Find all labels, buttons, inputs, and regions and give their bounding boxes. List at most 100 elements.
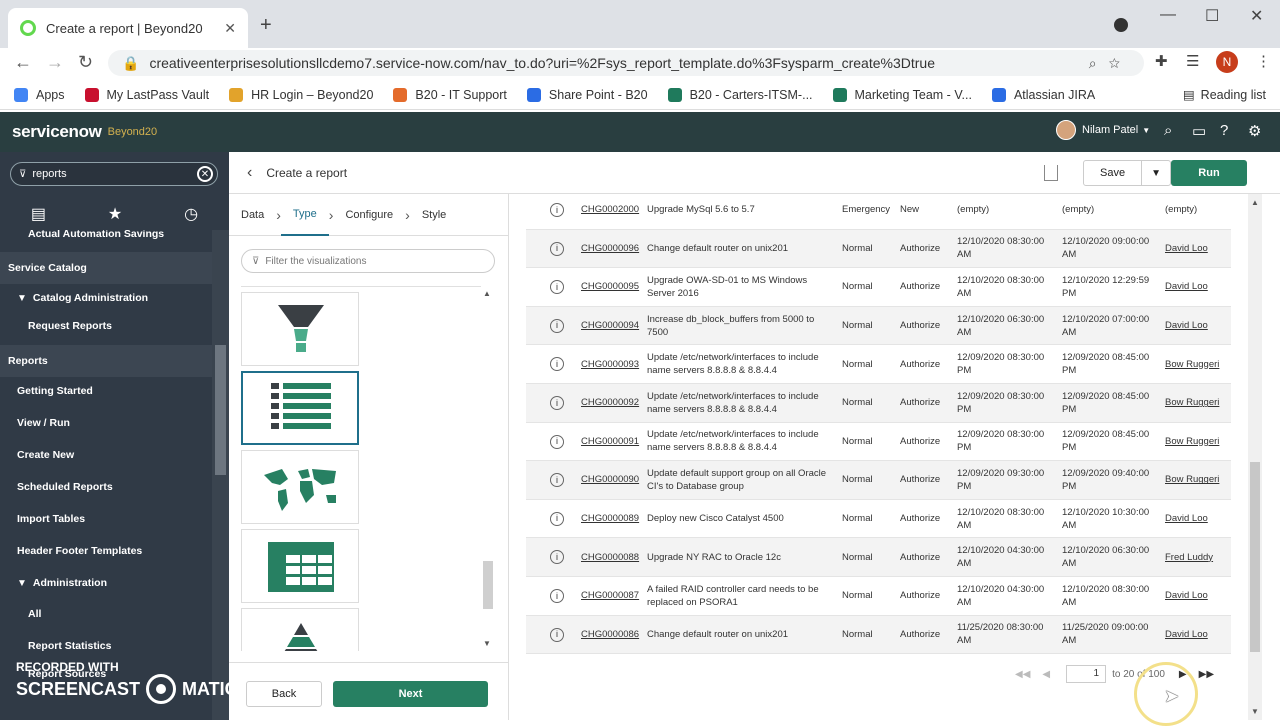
info-icon[interactable]: i [550,589,564,603]
cell-assigned[interactable]: David Loo [1165,577,1231,615]
tab-search-icon[interactable] [1114,18,1128,32]
sidebar-item[interactable]: Scheduled Reports [0,473,212,501]
cell-number[interactable]: CHG0000096 [581,230,643,268]
sidebar-item[interactable]: ▼ Catalog Administration [0,284,212,312]
share-icon[interactable] [1044,165,1058,181]
sidebar-item[interactable]: ▼ Administration [0,569,212,597]
sidebar-item[interactable]: View / Run [0,409,212,437]
close-tab-icon[interactable]: ✕ [224,20,236,37]
info-icon[interactable]: i [550,203,564,217]
menu-icon[interactable]: ⋮ [1256,52,1271,70]
cell-number[interactable]: CHG0000091 [581,423,643,461]
sidebar-item[interactable]: Request Reports [0,312,212,340]
bookmark-item[interactable]: Atlassian JIRA [991,87,1095,102]
star-icon[interactable]: ☆ [1109,55,1132,71]
maximize-icon[interactable]: ☐ [1205,6,1219,26]
cell-number[interactable]: CHG0000090 [581,461,643,499]
help-icon[interactable]: ? [1220,122,1228,139]
sidebar-scroll-thumb[interactable] [215,345,226,475]
step-tab[interactable]: Data [229,195,276,235]
cell-number[interactable]: CHG0000087 [581,577,643,615]
cell-assigned[interactable]: David Loo [1165,500,1231,538]
sidebar-item[interactable]: Getting Started [0,377,212,405]
cell-number[interactable]: CHG0000086 [581,616,643,654]
info-icon[interactable]: i [550,473,564,488]
visualization-scroll-thumb[interactable] [483,561,493,609]
step-tab[interactable]: Type [280,194,329,236]
info-icon[interactable]: i [550,241,564,256]
cell-assigned[interactable]: Bow Ruggeri [1165,345,1231,383]
close-window-icon[interactable]: ✕ [1250,6,1263,26]
scroll-down-icon[interactable]: ▼ [1251,707,1259,716]
cell-number[interactable]: CHG0000089 [581,500,643,538]
sidebar-item[interactable]: Import Tables [0,505,212,533]
content-scrollbar[interactable]: ▲ ▼ [1248,194,1262,720]
scroll-up-icon[interactable]: ▲ [481,289,493,298]
scroll-down-icon[interactable]: ▼ [483,639,491,648]
profile-avatar[interactable]: N [1216,51,1238,73]
search-icon[interactable]: ⌕ [1164,122,1172,139]
cell-assigned[interactable]: David Loo [1165,616,1231,654]
zoom-icon[interactable]: ⌕ [1089,55,1109,71]
cell-number[interactable]: CHG0000094 [581,307,643,345]
info-icon[interactable]: i [550,357,564,372]
bookmark-item[interactable]: B20 - IT Support [393,87,507,102]
info-icon[interactable]: i [550,627,564,642]
info-icon[interactable]: i [550,434,564,449]
funnel-chart-option[interactable] [241,292,359,366]
history-clock-icon[interactable]: ◷ [184,204,198,224]
info-icon[interactable]: i [550,280,564,295]
cell-number[interactable]: CHG0000088 [581,538,643,576]
back-chevron-icon[interactable]: ‹ [247,164,252,182]
first-page-icon[interactable]: ◀◀ [1015,669,1030,680]
back-arrow-icon[interactable]: ← [14,52,32,73]
bookmark-item[interactable]: HR Login – Beyond20 [229,87,373,102]
save-dropdown-icon[interactable]: ▼ [1142,168,1170,179]
cell-assigned[interactable]: Bow Ruggeri [1165,461,1231,499]
servicenow-logo[interactable]: servicenow [12,122,102,142]
bookmark-item[interactable]: Share Point - B20 [526,87,648,102]
sidebar-item[interactable]: Actual Automation Savings [0,230,212,248]
pivot-table-option[interactable] [241,529,359,603]
bookmark-item[interactable]: Marketing Team - V... [832,87,972,102]
cell-assigned[interactable]: David Loo [1165,268,1231,306]
sidebar-item[interactable]: Create New [0,441,212,469]
cell-assigned[interactable]: Bow Ruggeri [1165,384,1231,422]
scroll-up-icon[interactable]: ▲ [1251,198,1259,207]
cell-number[interactable]: CHG0000095 [581,268,643,306]
save-button[interactable]: Save [1084,161,1143,185]
sidebar-item[interactable]: All [0,600,212,628]
minimize-icon[interactable]: — [1160,6,1176,24]
user-menu[interactable]: Nilam Patel ▼ [1056,120,1150,140]
gear-icon[interactable]: ⚙ [1248,122,1261,140]
prev-page-icon[interactable]: ◀ [1042,669,1050,680]
info-icon[interactable]: i [550,511,564,526]
sidebar-scrollbar[interactable] [212,230,229,720]
bookmark-item[interactable]: Apps [14,87,65,102]
navigator-filter-input[interactable]: ⊽ reports ✕ [10,162,218,186]
cell-assigned[interactable]: Bow Ruggeri [1165,423,1231,461]
page-number-input[interactable]: 1 [1066,665,1107,683]
cell-assigned[interactable]: David Loo [1165,230,1231,268]
sidebar-item[interactable]: Reports [0,345,212,377]
step-tab[interactable]: Configure [333,195,405,235]
bookmark-item[interactable]: B20 - Carters-ITSM-... [667,87,813,102]
media-icon[interactable]: ☰ [1186,52,1199,70]
url-input[interactable]: 🔒 creativeenterprisesolutionsllcdemo7.se… [108,50,1144,76]
filter-visualizations-input[interactable]: ⊽ Filter the visualizations [241,249,495,273]
run-button[interactable]: Run [1171,160,1247,186]
browser-tab[interactable]: Create a report | Beyond20 ✕ [8,8,248,48]
sidebar-item[interactable]: Report Statistics [0,632,212,660]
cell-assigned[interactable]: David Loo [1165,307,1231,345]
sidebar-item[interactable]: Service Catalog [0,252,212,284]
content-scroll-thumb[interactable] [1250,462,1260,652]
info-icon[interactable]: i [550,550,564,565]
favorites-star-icon[interactable]: ★ [108,204,122,224]
list-report-option[interactable] [241,371,359,445]
all-apps-icon[interactable]: ▤ [31,204,46,224]
cell-assigned[interactable]: Fred Luddy [1165,538,1231,576]
map-option[interactable] [241,450,359,524]
reload-icon[interactable]: ↻ [78,52,93,73]
bookmark-item[interactable]: My LastPass Vault [84,87,209,102]
step-tab[interactable]: Style [410,195,458,235]
